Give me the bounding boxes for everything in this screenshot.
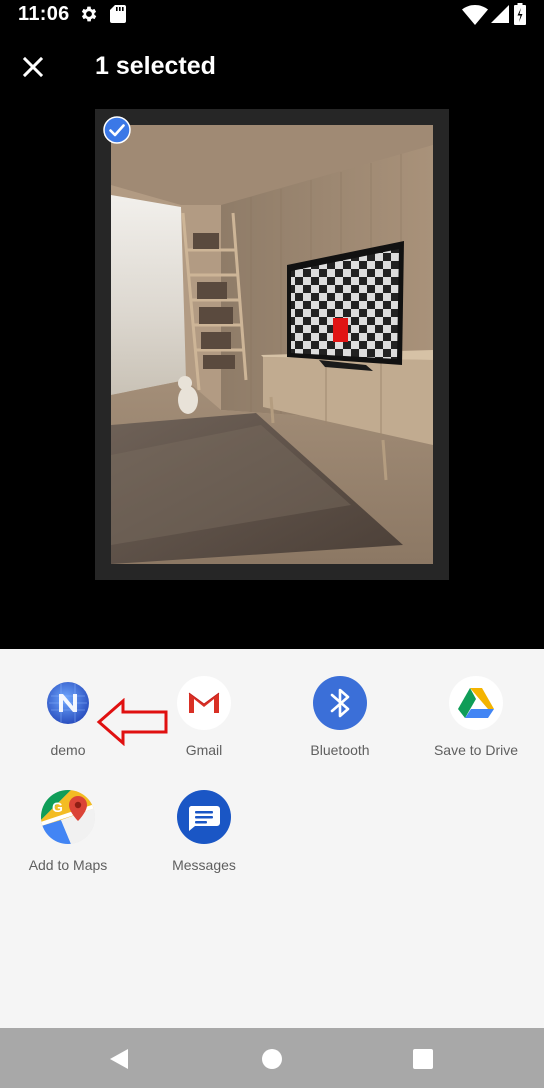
maps-icon: G	[41, 790, 95, 844]
share-target-maps[interactable]: G Add to Maps	[0, 790, 136, 894]
nav-bar	[0, 1028, 544, 1088]
sd-card-icon	[110, 5, 126, 23]
red-arrow-icon	[96, 698, 168, 746]
back-icon[interactable]	[108, 1048, 130, 1070]
share-label-maps: Add to Maps	[28, 857, 108, 873]
share-label-bluetooth: Bluetooth	[310, 742, 370, 758]
close-icon[interactable]	[14, 48, 52, 86]
room-photo-thumbnail[interactable]	[111, 125, 433, 564]
share-target-bluetooth[interactable]: Bluetooth	[272, 676, 408, 780]
status-time: 11:06	[18, 3, 70, 25]
gear-icon	[81, 6, 97, 22]
share-label-drive: Save to Drive	[433, 742, 519, 758]
nativescript-icon	[47, 682, 89, 724]
wifi-icon	[462, 5, 488, 25]
svg-text:G: G	[52, 799, 63, 815]
gmail-icon	[177, 676, 231, 730]
share-target-messages[interactable]: Messages	[136, 790, 272, 894]
share-target-drive[interactable]: Save to Drive	[408, 676, 544, 780]
home-icon[interactable]	[261, 1048, 283, 1070]
drive-icon	[449, 676, 503, 730]
recents-icon[interactable]	[412, 1048, 434, 1070]
messages-icon	[177, 790, 231, 844]
battery-icon	[514, 3, 526, 25]
signal-icon	[491, 5, 509, 23]
page-title: 1 selected	[95, 52, 216, 80]
bluetooth-icon	[313, 676, 367, 730]
check-circle-icon[interactable]	[103, 116, 131, 144]
status-bar: 11:06	[0, 0, 544, 32]
share-label-messages: Messages	[172, 857, 236, 873]
